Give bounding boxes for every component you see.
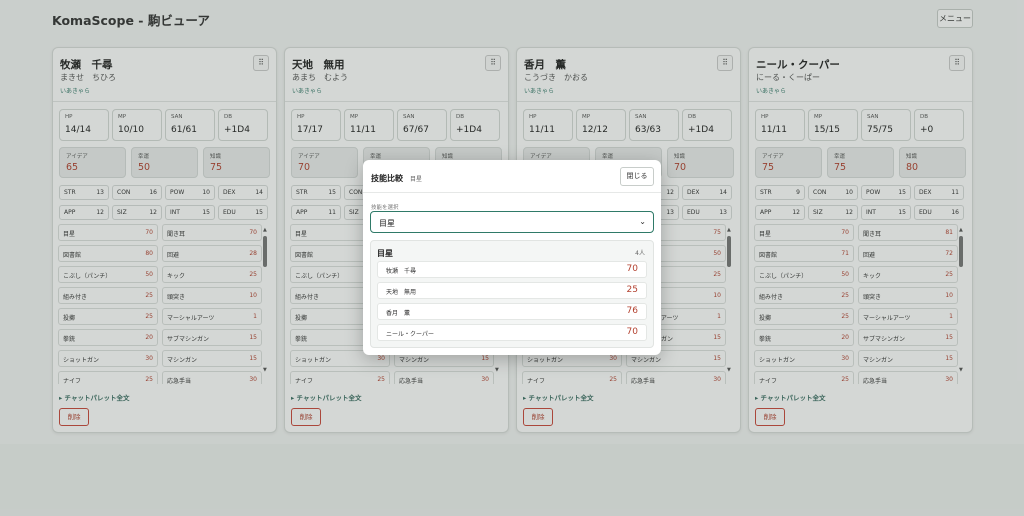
modal-subtitle: 目星: [410, 176, 423, 183]
result-count: 4人: [635, 250, 645, 257]
compare-result: 目星 4人 牧瀬 千尋 70 天地 無用 25 香月 薫 76 ニール・クーパー 70: [370, 240, 654, 348]
close-button[interactable]: 閉じる: [620, 167, 654, 186]
result-row: ニール・クーパー 70: [377, 324, 647, 341]
result-character-name: 天地 無用: [386, 289, 417, 296]
result-character-name: ニール・クーパー: [386, 331, 434, 338]
result-character-name: 牧瀬 千尋: [386, 268, 417, 275]
modal-divider: [363, 192, 661, 193]
result-skill-value: 76: [626, 306, 638, 316]
result-skill-value: 25: [626, 285, 638, 295]
result-row: 香月 薫 76: [377, 303, 647, 320]
skill-select[interactable]: 目星 ⌄: [370, 211, 654, 233]
modal-title: 技能比較: [371, 174, 403, 183]
skill-select-value: 目星: [379, 219, 395, 228]
skill-compare-modal: 技能比較 目星 閉じる 技能を選択 目星 ⌄ 目星 4人 牧瀬 千尋 70 天地 無…: [363, 160, 661, 355]
result-skill-name: 目星: [377, 249, 393, 258]
result-row: 牧瀬 千尋 70: [377, 261, 647, 278]
result-row: 天地 無用 25: [377, 282, 647, 299]
result-character-name: 香月 薫: [386, 310, 411, 317]
result-skill-value: 70: [626, 327, 638, 337]
chevron-down-icon: ⌄: [639, 217, 646, 226]
skill-select-label: 技能を選択: [371, 205, 399, 211]
result-skill-value: 70: [626, 264, 638, 274]
